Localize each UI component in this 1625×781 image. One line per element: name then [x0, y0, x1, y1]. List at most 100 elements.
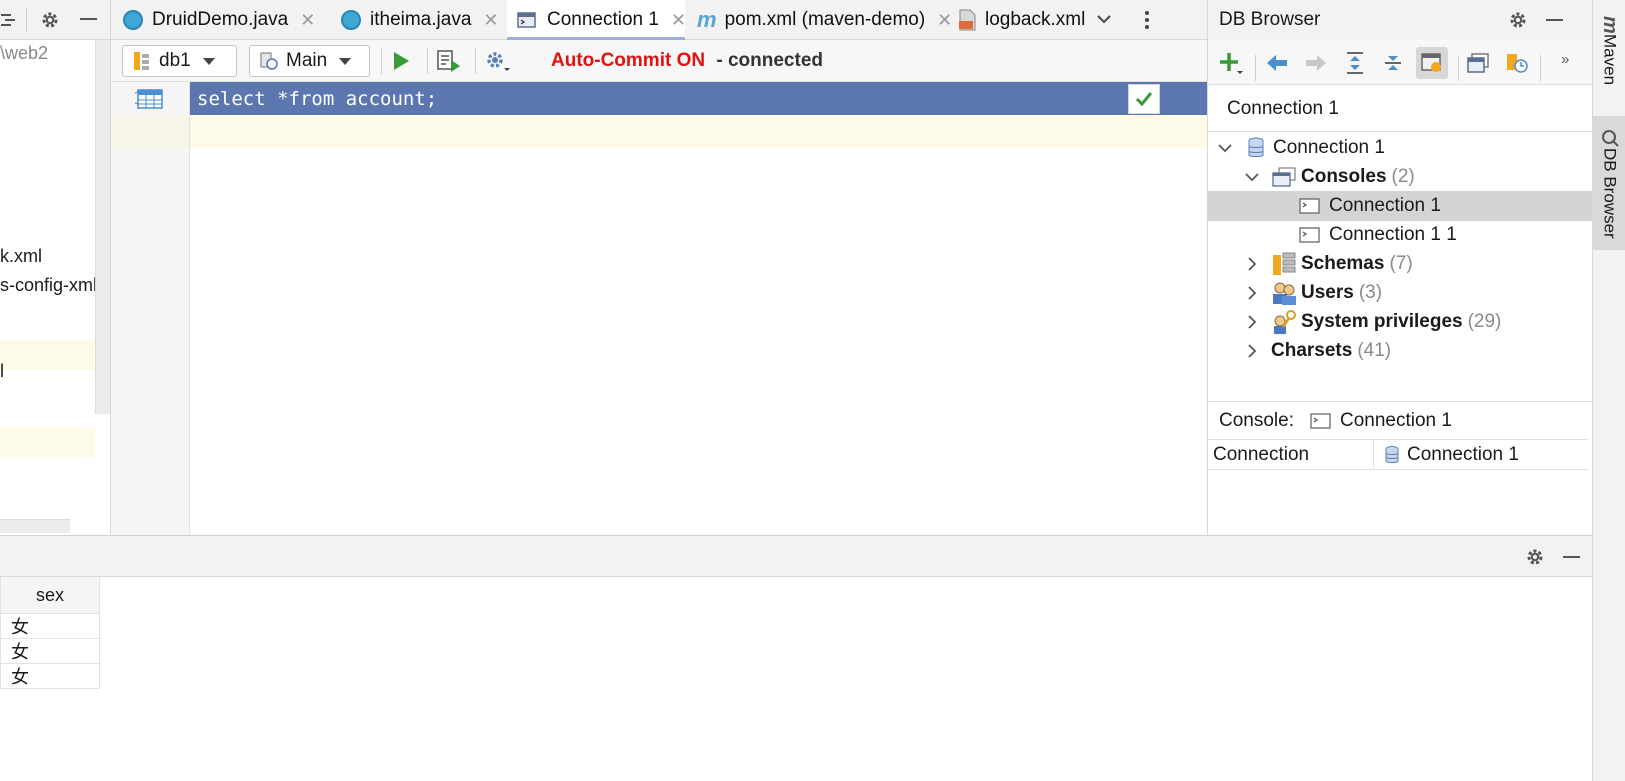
settings-gear-icon[interactable]	[483, 48, 511, 74]
close-icon[interactable]: ✕	[300, 10, 315, 31]
minimize-icon[interactable]	[80, 18, 97, 20]
connection-selector[interactable]: db1	[122, 45, 237, 77]
execute-script-icon[interactable]	[435, 48, 463, 74]
add-icon[interactable]	[1216, 48, 1246, 78]
tree-node-schemas[interactable]: Schemas (7)	[1208, 249, 1593, 279]
more-options-icon[interactable]	[1144, 9, 1150, 31]
table-cell[interactable]: 女	[0, 664, 100, 689]
connection-status: - connected	[716, 50, 823, 71]
maven-tool-tab[interactable]: m Maven	[1593, 8, 1625, 93]
tab-druiddemo[interactable]: DruidDemo.java ✕	[123, 0, 315, 40]
tree-node-connection[interactable]: Connection 1	[1208, 133, 1593, 163]
chevron-right-icon[interactable]	[1245, 257, 1259, 271]
sql-console-icon	[1299, 225, 1321, 245]
line-gutter: 1 2	[111, 82, 190, 535]
tree-node-charsets[interactable]: Charsets (41)	[1208, 336, 1593, 366]
tree-count: (29)	[1467, 311, 1502, 332]
project-panel: \web2 k.xml s-config-xml l	[0, 0, 111, 535]
collapse-all-icon[interactable]	[1378, 48, 1408, 78]
console-label: Console:	[1219, 410, 1294, 431]
project-tree-item[interactable]: l	[0, 361, 4, 382]
table-cell[interactable]: 女	[0, 614, 100, 639]
tab-logback-xml[interactable]: logback.xml	[957, 0, 1087, 40]
tab-itheima[interactable]: itheima.java ✕	[341, 0, 498, 40]
horizontal-scrollbar[interactable]	[0, 519, 70, 533]
code-line[interactable]	[190, 115, 1207, 148]
tab-label: logback.xml	[985, 9, 1086, 30]
minimize-icon[interactable]	[1563, 556, 1580, 558]
tree-node-users[interactable]: Users (3)	[1208, 278, 1593, 308]
tree-node-console-connection-1-1[interactable]: Connection 1 1	[1208, 220, 1593, 250]
console-value: Connection 1	[1340, 410, 1452, 431]
chevron-right-icon[interactable]	[1245, 344, 1259, 358]
collapse-all-icon[interactable]	[0, 10, 16, 30]
privileges-icon	[1271, 310, 1297, 334]
auto-commit-status: Auto-Commit ON - connected	[551, 50, 823, 72]
column-header-label: sex	[35, 584, 64, 605]
tree-count: (41)	[1357, 340, 1392, 361]
database-icon	[1245, 137, 1267, 159]
schema-selector[interactable]: Main	[249, 45, 370, 77]
console-info: Console: Connection 1	[1219, 406, 1589, 436]
project-path: \web2	[0, 43, 49, 63]
schemas-icon	[1271, 252, 1297, 276]
cell-value: 女	[11, 642, 29, 662]
chevron-right-icon[interactable]	[1245, 315, 1259, 329]
db-browser-icon	[1600, 128, 1620, 148]
code-line[interactable]: select *from account;	[190, 82, 1207, 115]
tab-connection-1[interactable]: Connection 1 ✕	[507, 0, 686, 41]
chevron-right-icon[interactable]	[1245, 286, 1259, 300]
cell-value: 女	[11, 667, 29, 687]
tree-node-console-connection-1[interactable]: Connection 1	[1208, 191, 1593, 221]
more-icon[interactable]: »	[1561, 51, 1569, 68]
cell-value: 女	[11, 617, 29, 637]
tab-label: Connection 1	[547, 9, 659, 30]
schema-name: Main	[286, 50, 328, 71]
gear-icon[interactable]	[1507, 9, 1529, 31]
expand-all-icon[interactable]	[1340, 48, 1370, 78]
consoles-icon	[1271, 166, 1297, 188]
sql-console-icon	[1310, 411, 1332, 431]
gear-icon[interactable]	[39, 9, 61, 31]
tree-label: Schemas	[1301, 253, 1385, 274]
tab-label: DruidDemo.java	[152, 9, 289, 30]
maven-icon: m	[697, 7, 717, 32]
tree-count: (7)	[1389, 253, 1413, 274]
close-icon[interactable]: ✕	[483, 10, 498, 31]
auto-commit-label: Auto-Commit ON	[551, 50, 706, 71]
chevron-down-icon[interactable]	[1218, 141, 1232, 155]
tree-node-system-privileges[interactable]: System privileges (29)	[1208, 307, 1593, 337]
table-cell[interactable]: 女	[0, 639, 100, 664]
close-icon[interactable]: ✕	[671, 10, 686, 31]
db-browser-panel: DB Browser » Connection 1 Connection 1 C…	[1207, 0, 1593, 535]
tree-label: System privileges	[1301, 311, 1463, 332]
tree-label: Users	[1301, 282, 1354, 303]
run-icon[interactable]	[388, 48, 414, 74]
project-tree-item[interactable]: s-config-xml	[0, 275, 97, 296]
vertical-scrollbar[interactable]	[95, 40, 110, 414]
column-header[interactable]: sex	[0, 577, 100, 614]
gear-icon[interactable]	[1524, 546, 1546, 568]
tab-pom-xml[interactable]: m pom.xml (maven-demo) ✕	[685, 0, 952, 40]
connection-history-icon[interactable]	[1502, 48, 1532, 78]
xml-file-icon	[957, 9, 977, 31]
forward-icon[interactable]	[1301, 48, 1331, 78]
show-properties-icon[interactable]	[1416, 47, 1448, 79]
sql-console-icon	[517, 10, 539, 30]
back-icon[interactable]	[1262, 48, 1292, 78]
project-panel-header	[0, 0, 110, 40]
selected-connection-label: Connection 1	[1227, 98, 1339, 119]
db-browser-header: DB Browser	[1208, 0, 1593, 40]
db-browser-tool-tab[interactable]: DB Browser	[1593, 116, 1625, 250]
chevron-down-icon[interactable]	[1095, 10, 1113, 33]
sql-editor[interactable]: select *from account;	[190, 82, 1207, 535]
tree-node-consoles[interactable]: Consoles (2)	[1208, 162, 1593, 192]
open-console-icon[interactable]	[1463, 48, 1493, 78]
checkmark-icon[interactable]	[1128, 84, 1160, 114]
table-icon[interactable]	[135, 87, 165, 111]
close-icon[interactable]: ✕	[937, 10, 952, 31]
project-row-highlight	[0, 340, 95, 370]
minimize-icon[interactable]	[1546, 19, 1563, 21]
chevron-down-icon[interactable]	[1245, 170, 1259, 184]
project-tree-item[interactable]: k.xml	[0, 246, 42, 267]
